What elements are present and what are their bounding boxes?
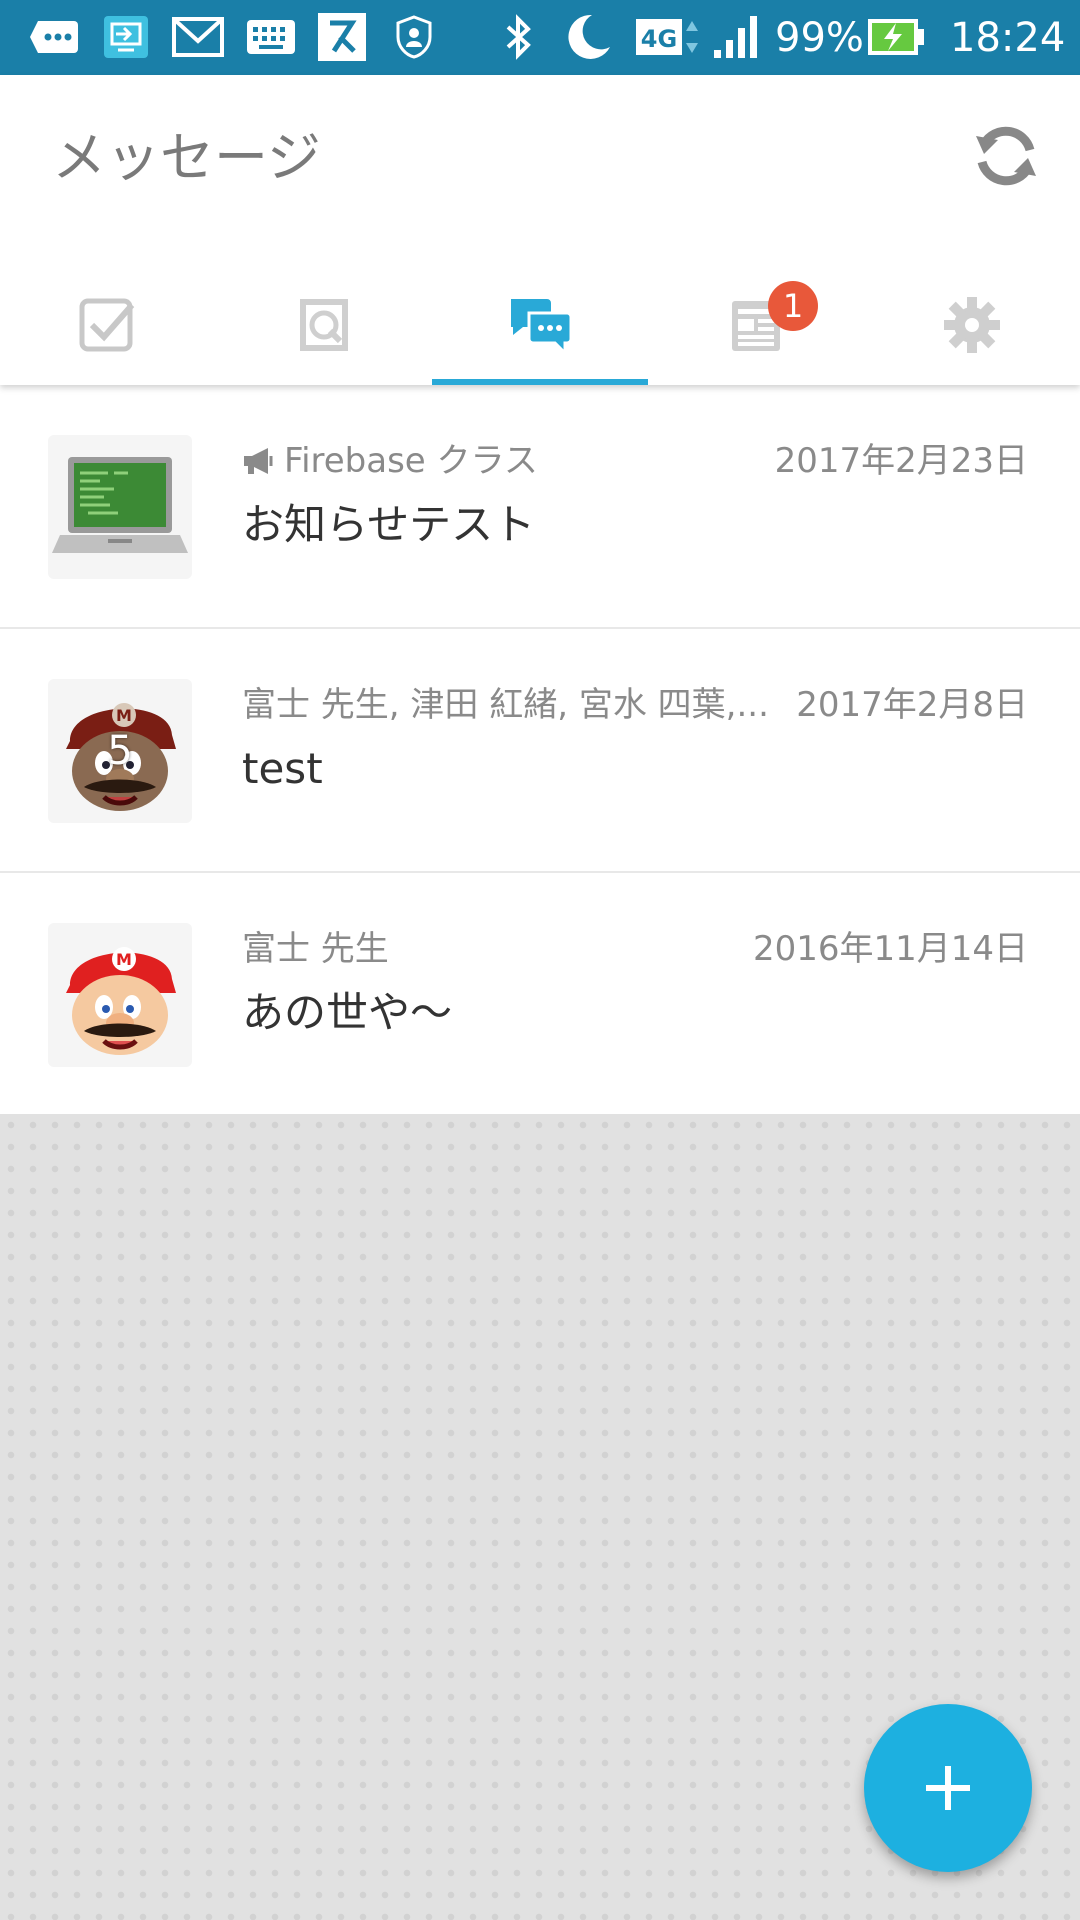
svg-text:M: M [116,950,132,969]
chat-bubbles-icon [511,299,573,355]
signal-icon [710,12,764,62]
list-item[interactable]: M 富士 先生 2016年11月14日 あの世や〜 [0,873,1080,1117]
message-sender: Firebase クラス [242,439,538,483]
tab-bar: 1 [0,265,1080,385]
clock: 18:24 [950,15,1066,61]
battery-percent: 99% [775,15,864,61]
message-sender: 富士 先生, 津田 紅緒, 宮水 四葉,... [242,685,769,725]
plus-icon [926,1766,970,1810]
message-sender: 富士 先生 [242,929,389,969]
gmail-icon [172,12,224,62]
screen-cast-icon [102,12,150,62]
refresh-button[interactable] [970,120,1042,192]
mario-avatar-dark: M 5 [48,679,192,823]
checkbox-icon [79,298,135,352]
notification-badge: 1 [768,281,818,331]
tab-news[interactable]: 1 [648,265,864,385]
page-title: メッセージ [52,126,321,189]
list-item[interactable]: Firebase クラス 2017年2月23日 お知らせテスト [0,385,1080,629]
message-preview: お知らせテスト [242,500,536,549]
bluetooth-icon [500,12,538,62]
notebook-icon [300,299,348,351]
new-message-button[interactable] [864,1704,1032,1872]
tab-notebook[interactable] [216,265,432,385]
status-bar: 4G 99% 18:24 [0,0,1080,75]
network-4g-icon: 4G [634,12,700,62]
member-count: 5 [107,728,133,774]
tab-messages[interactable] [432,265,648,385]
message-date: 2017年2月23日 [774,441,1028,481]
more-icon [28,12,80,62]
sender-name: Firebase クラス [284,441,538,481]
refresh-icon [976,126,1036,186]
svg-text:4G: 4G [641,25,677,53]
app-icon [316,12,368,62]
do-not-disturb-icon [560,12,616,62]
mario-avatar: M [48,923,192,1067]
tab-settings[interactable] [864,265,1080,385]
gear-icon [944,297,1000,353]
message-list: Firebase クラス 2017年2月23日 お知らせテスト M 5 富士 先… [0,385,1080,1117]
security-icon [392,12,436,62]
message-date: 2016年11月14日 [752,929,1028,969]
computer-avatar [48,435,192,579]
message-preview: test [242,744,323,793]
list-item[interactable]: M 5 富士 先生, 津田 紅緒, 宮水 四葉,... 2017年2月8日 te… [0,629,1080,873]
keyboard-icon [245,12,297,62]
tab-tasks[interactable] [0,265,216,385]
megaphone-icon [244,448,273,474]
message-date: 2017年2月8日 [796,685,1028,725]
battery-charging-icon [866,12,926,62]
message-preview: あの世や〜 [242,988,453,1037]
selected-tab-indicator [432,379,648,385]
app-bar: メッセージ 1 [0,75,1080,385]
